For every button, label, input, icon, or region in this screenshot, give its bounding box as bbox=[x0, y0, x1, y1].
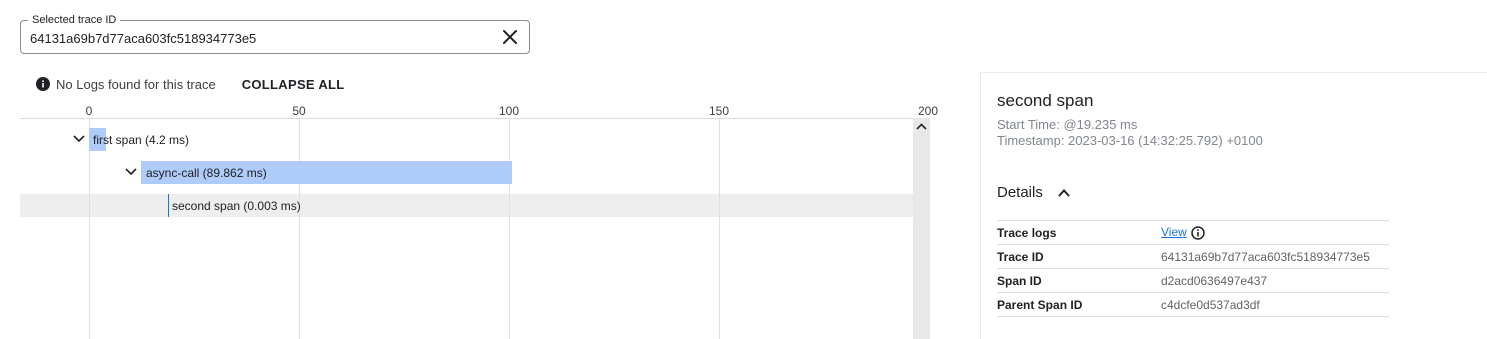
details-value: c4dcfe0d537ad3df bbox=[1161, 292, 1389, 317]
axis-tick: 200 bbox=[917, 104, 939, 118]
view-logs-link[interactable]: View bbox=[1161, 225, 1187, 239]
details-key: Trace logs bbox=[997, 220, 1161, 245]
axis-tick: 50 bbox=[292, 104, 306, 118]
info-icon bbox=[36, 77, 50, 91]
span-title: second span bbox=[997, 91, 1094, 110]
span-label-async-call: async-call (89.862 ms) bbox=[146, 166, 267, 180]
axis-tick: 0 bbox=[85, 104, 93, 118]
span-label-first-span: first span (4.2 ms) bbox=[93, 133, 190, 147]
timeline-axis bbox=[20, 118, 914, 119]
details-key: Span ID bbox=[997, 268, 1161, 293]
span-details-panel: second span Start Time: @19.235 ms Times… bbox=[980, 72, 1487, 339]
grid-line bbox=[509, 118, 510, 339]
trace-id-label: Selected trace ID bbox=[28, 13, 121, 27]
trace-id-field: Selected trace ID bbox=[20, 13, 530, 54]
trace-id-input[interactable] bbox=[30, 28, 490, 48]
details-key: Parent Span ID bbox=[997, 292, 1161, 317]
selected-row-highlight bbox=[20, 194, 913, 217]
collapse-all-button[interactable]: COLLAPSE ALL bbox=[242, 77, 345, 92]
chevron-down-icon[interactable] bbox=[72, 132, 86, 146]
grid-line bbox=[89, 118, 90, 339]
details-row: Trace logs View bbox=[997, 220, 1389, 245]
details-row: Parent Span ID c4dcfe0d537ad3df bbox=[997, 292, 1389, 317]
timeline-scrollbar[interactable] bbox=[913, 118, 930, 339]
chevron-up-icon[interactable] bbox=[1057, 186, 1071, 200]
details-table: Trace logs View Trace ID 64131a69b7d77ac… bbox=[997, 220, 1389, 317]
details-row: Span ID d2acd0636497e437 bbox=[997, 268, 1389, 293]
info-icon[interactable] bbox=[1191, 226, 1205, 240]
trace-toolbar: No Logs found for this trace COLLAPSE AL… bbox=[36, 75, 345, 93]
details-heading: Details bbox=[997, 184, 1043, 201]
grid-line bbox=[299, 118, 300, 339]
span-label-second-span[interactable]: second span (0.003 ms) bbox=[172, 199, 301, 213]
span-start-time: Start Time: @19.235 ms bbox=[997, 117, 1138, 132]
details-value: d2acd0636497e437 bbox=[1161, 268, 1389, 293]
details-value: 64131a69b7d77aca603fc518934773e5 bbox=[1161, 244, 1389, 269]
no-logs-message: No Logs found for this trace bbox=[56, 76, 216, 92]
axis-tick: 100 bbox=[498, 104, 520, 118]
details-toggle[interactable]: Details bbox=[997, 184, 1071, 201]
chevron-up-icon[interactable] bbox=[915, 120, 928, 132]
axis-tick: 150 bbox=[708, 104, 730, 118]
chevron-down-icon[interactable] bbox=[124, 165, 138, 179]
grid-line bbox=[719, 118, 720, 339]
details-key: Trace ID bbox=[997, 244, 1161, 269]
span-timestamp: Timestamp: 2023-03-16 (14:32:25.792) +01… bbox=[997, 133, 1263, 148]
span-bar-second-span[interactable] bbox=[168, 194, 169, 217]
details-value: View bbox=[1161, 220, 1389, 245]
details-row: Trace ID 64131a69b7d77aca603fc518934773e… bbox=[997, 244, 1389, 269]
clear-icon[interactable] bbox=[501, 28, 519, 46]
